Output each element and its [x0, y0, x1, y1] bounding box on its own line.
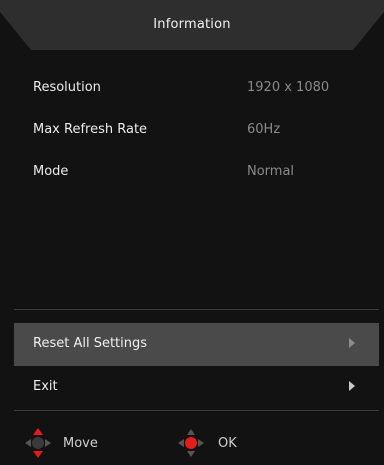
menu-item-label: Reset All Settings: [33, 336, 148, 351]
hint-move: Move: [23, 422, 113, 465]
menu-item-label: Exit: [33, 379, 58, 394]
header: Information: [0, 0, 384, 50]
menu-item-reset-all-settings[interactable]: Reset All Settings: [14, 323, 379, 366]
info-label: Max Refresh Rate: [33, 122, 148, 137]
hint-move-label: Move: [63, 436, 98, 451]
info-label: Mode: [33, 164, 69, 179]
osd-menu: Information Resolution 1920 x 1080 Max R…: [0, 0, 384, 465]
footer-hints: Move OK: [0, 422, 384, 465]
info-row-refresh-rate: Max Refresh Rate 60Hz: [33, 122, 363, 142]
dpad-vertical-icon: [25, 428, 51, 458]
divider: [14, 309, 379, 310]
info-value: 60Hz: [247, 122, 281, 137]
divider: [14, 410, 379, 411]
hint-ok: OK: [176, 422, 256, 465]
info-row-resolution: Resolution 1920 x 1080: [33, 80, 363, 100]
hint-ok-label: OK: [218, 436, 237, 451]
dpad-center-icon: [178, 429, 204, 457]
menu-item-exit[interactable]: Exit: [14, 366, 379, 409]
info-row-mode: Mode Normal: [33, 164, 363, 184]
chevron-right-icon: [349, 381, 355, 391]
page-title: Information: [153, 17, 231, 32]
chevron-right-icon: [349, 338, 355, 348]
info-value: Normal: [247, 164, 295, 179]
info-label: Resolution: [33, 80, 101, 95]
info-value: 1920 x 1080: [247, 80, 330, 95]
